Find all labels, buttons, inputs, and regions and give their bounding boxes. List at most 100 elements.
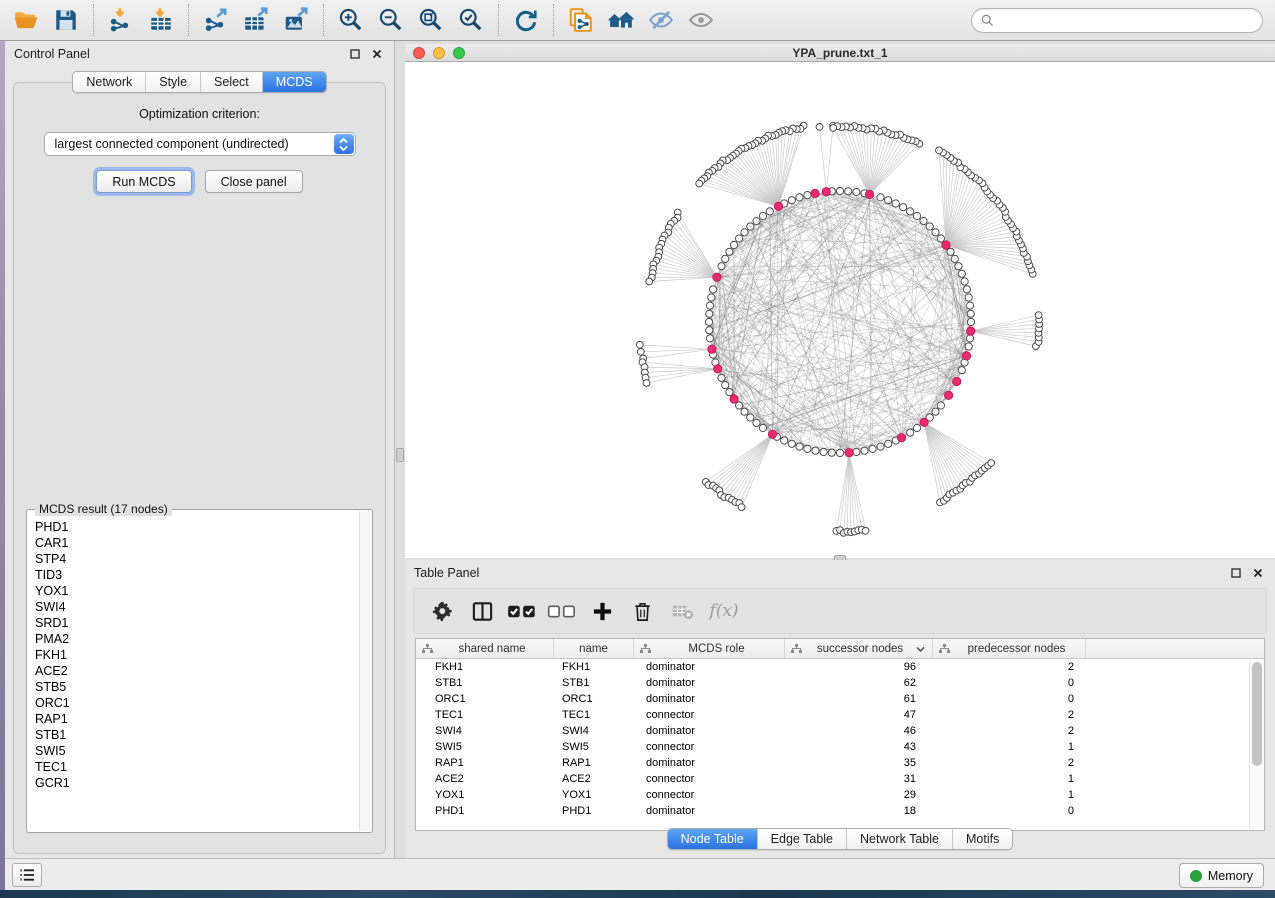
tab-mcds[interactable]: MCDS (262, 72, 326, 92)
close-panel-button[interactable] (369, 46, 385, 62)
zoom-out-button[interactable] (371, 3, 411, 37)
minimize-traffic-light[interactable] (433, 47, 445, 59)
network-leaf-node[interactable] (738, 504, 745, 511)
table-cell[interactable]: 31 (785, 771, 933, 787)
mcds-result-item[interactable]: CAR1 (29, 535, 358, 551)
mcds-result-item[interactable]: TEC1 (29, 759, 358, 775)
mcds-result-item[interactable]: YOX1 (29, 583, 358, 599)
network-node[interactable] (967, 318, 974, 325)
table-cell[interactable]: 0 (933, 803, 1086, 819)
run-mcds-button[interactable]: Run MCDS (96, 170, 191, 193)
network-hub-node[interactable] (730, 395, 738, 403)
table-cell[interactable]: connector (634, 739, 785, 755)
network-node[interactable] (736, 235, 743, 242)
network-node[interactable] (861, 447, 868, 454)
network-node[interactable] (853, 448, 860, 455)
network-hub-node[interactable] (967, 327, 975, 335)
network-node[interactable] (961, 278, 968, 285)
tab-node-table[interactable]: Node Table (668, 829, 757, 849)
mcds-result-item[interactable]: PHD1 (29, 519, 358, 535)
table-cell[interactable]: STB1 (554, 675, 634, 691)
network-node[interactable] (741, 229, 748, 236)
table-cell[interactable]: PHD1 (416, 803, 554, 819)
network-node[interactable] (965, 294, 972, 301)
table-row-ace2[interactable]: ACE2ACE2connector311 (416, 771, 1264, 787)
mcds-result-item[interactable]: RAP1 (29, 711, 358, 727)
close-traffic-light[interactable] (413, 47, 425, 59)
network-node[interactable] (706, 335, 713, 342)
network-hub-node[interactable] (708, 345, 716, 353)
network-node[interactable] (726, 248, 733, 255)
table-cell[interactable]: 61 (785, 691, 933, 707)
import-table-button[interactable] (141, 3, 181, 37)
network-hub-node[interactable] (944, 391, 952, 399)
network-node[interactable] (845, 188, 852, 195)
table-cell[interactable]: STB1 (416, 675, 554, 691)
table-cell[interactable] (1086, 675, 1264, 691)
network-hub-node[interactable] (811, 189, 819, 197)
mcds-result-list[interactable]: PHD1CAR1STP4TID3YOX1SWI4SRD1PMA2FKH1ACE2… (29, 519, 358, 830)
network-node[interactable] (730, 241, 737, 248)
network-hub-node[interactable] (845, 449, 853, 457)
table-cell[interactable]: 2 (933, 755, 1086, 771)
network-node[interactable] (710, 286, 717, 293)
table-row-swi4[interactable]: SWI4SWI4dominator462 (416, 723, 1264, 739)
network-node[interactable] (718, 374, 725, 381)
table-cell[interactable] (1086, 659, 1264, 675)
mcds-list-scrollbar[interactable] (359, 511, 371, 831)
network-node[interactable] (766, 208, 773, 215)
memory-button[interactable]: Memory (1179, 863, 1264, 888)
network-leaf-node[interactable] (636, 341, 643, 348)
network-hub-node[interactable] (897, 434, 905, 442)
network-hub-node[interactable] (942, 241, 950, 249)
table-row-swi5[interactable]: SWI5SWI5connector431 (416, 739, 1264, 755)
column-header-mcds-role[interactable]: MCDS role (634, 639, 785, 658)
table-cell[interactable]: RAP1 (416, 755, 554, 771)
table-cell[interactable]: 0 (933, 675, 1086, 691)
network-hub-node[interactable] (768, 430, 776, 438)
table-cell[interactable]: RAP1 (554, 755, 634, 771)
table-cell[interactable] (1086, 771, 1264, 787)
float-table-panel-button[interactable] (1228, 565, 1244, 581)
network-node[interactable] (885, 197, 892, 204)
table-row-stb1[interactable]: STB1STB1dominator620 (416, 675, 1264, 691)
table-cell[interactable]: connector (634, 707, 785, 723)
network-leaf-node[interactable] (646, 278, 653, 285)
mcds-result-item[interactable]: FKH1 (29, 647, 358, 663)
float-panel-button[interactable] (347, 46, 363, 62)
network-node[interactable] (937, 235, 944, 242)
network-window-titlebar[interactable]: YPA_prune.txt_1 (405, 44, 1275, 62)
table-cell[interactable] (1086, 803, 1264, 819)
network-node[interactable] (705, 318, 712, 325)
split-pane-button[interactable] (464, 594, 500, 628)
table-cell[interactable]: 1 (933, 787, 1086, 803)
close-panel-button-mcds[interactable]: Close panel (205, 170, 303, 193)
table-cell[interactable]: connector (634, 771, 785, 787)
first-neighbors-button[interactable] (601, 3, 641, 37)
table-row-fkh1[interactable]: FKH1FKH1dominator962 (416, 659, 1264, 675)
column-header-shared-name[interactable]: shared name (416, 639, 554, 658)
table-cell[interactable]: dominator (634, 803, 785, 819)
function-builder-button[interactable]: f(x) (704, 594, 740, 628)
network-hub-node[interactable] (865, 190, 873, 198)
table-cell[interactable] (1086, 707, 1264, 723)
network-hub-node[interactable] (953, 377, 961, 385)
zoom-selected-button[interactable] (451, 3, 491, 37)
table-cell[interactable]: FKH1 (554, 659, 634, 675)
network-node[interactable] (722, 255, 729, 262)
table-cell[interactable]: ORC1 (554, 691, 634, 707)
network-node[interactable] (926, 223, 933, 230)
table-cell[interactable] (1086, 723, 1264, 739)
table-gear-button[interactable] (424, 594, 460, 628)
network-node[interactable] (741, 408, 748, 415)
tab-motifs[interactable]: Motifs (952, 829, 1012, 849)
tab-network[interactable]: Network (73, 72, 145, 92)
table-row-phd1[interactable]: PHD1PHD1dominator180 (416, 803, 1264, 819)
table-cell[interactable]: dominator (634, 659, 785, 675)
mcds-result-item[interactable]: TID3 (29, 567, 358, 583)
table-cell[interactable]: FKH1 (416, 659, 554, 675)
network-node[interactable] (804, 192, 811, 199)
table-cell[interactable]: SWI5 (416, 739, 554, 755)
network-leaf-node[interactable] (830, 125, 837, 132)
mcds-result-item[interactable]: PMA2 (29, 631, 358, 647)
